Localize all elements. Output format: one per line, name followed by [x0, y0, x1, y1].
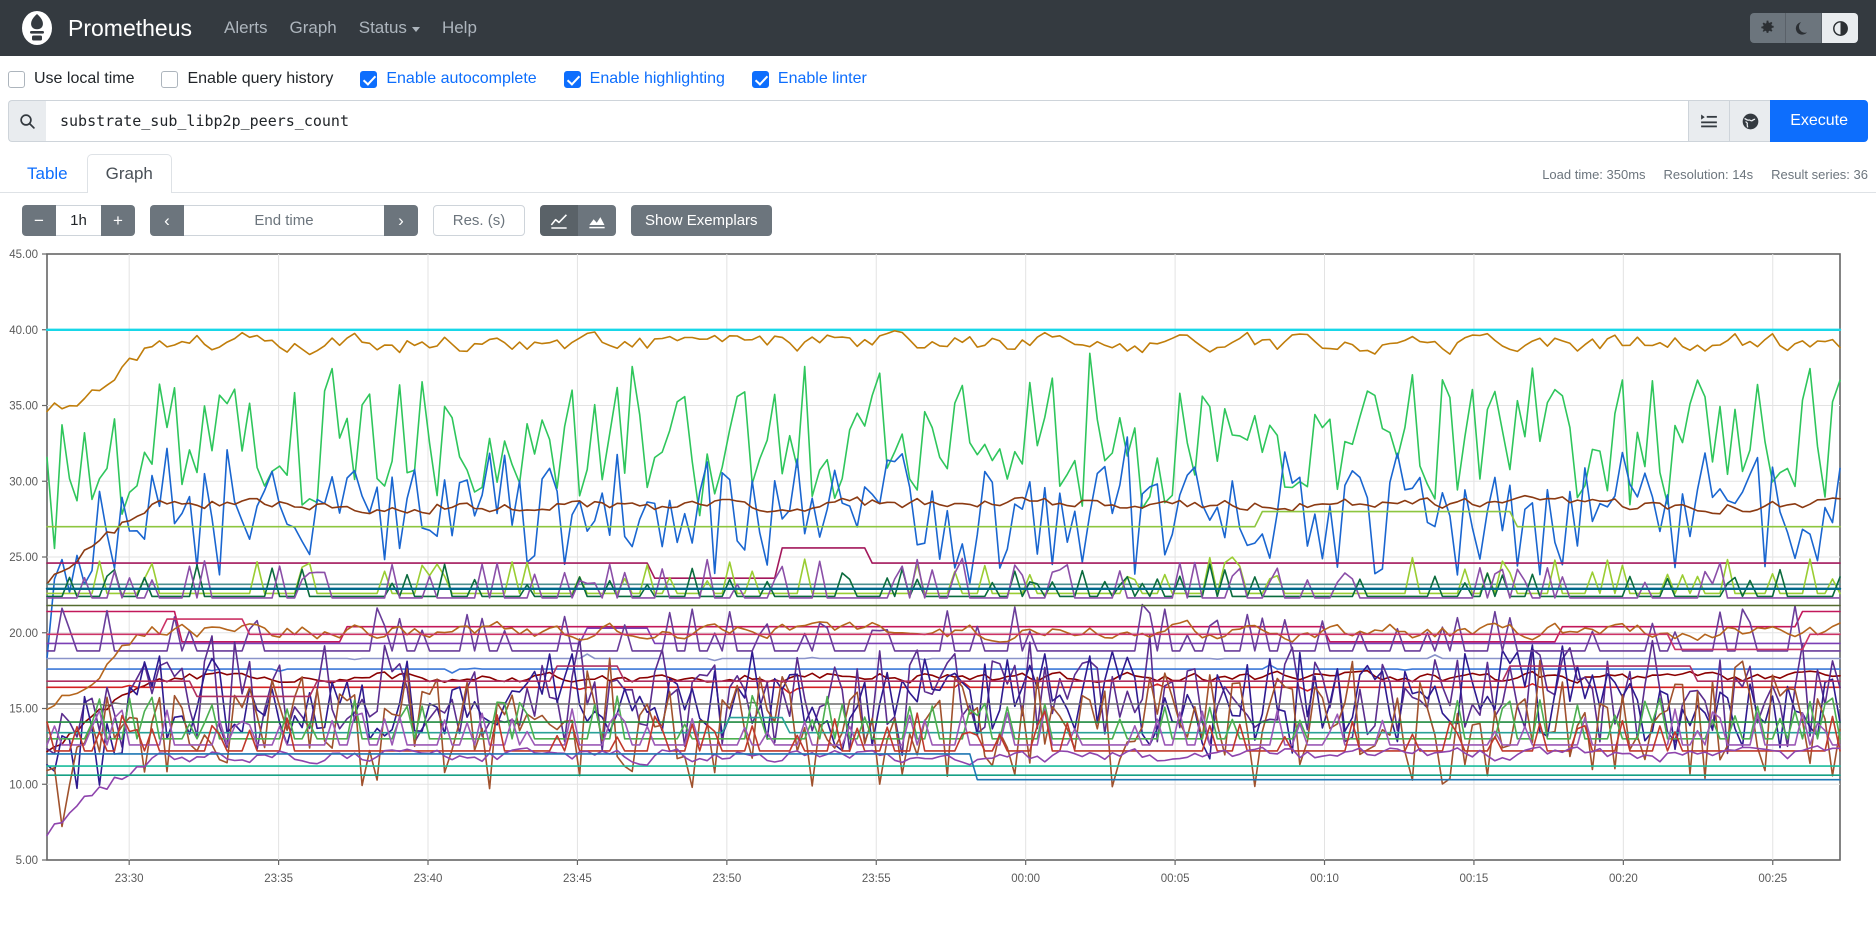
nav-link-status-label: Status: [358, 18, 407, 37]
nav-link-status[interactable]: Status: [359, 18, 420, 38]
nav-link-graph-label: Graph: [289, 18, 337, 37]
chart-type-group: [540, 205, 616, 236]
y-axis-tick-label: 15.00: [9, 704, 38, 716]
result-tabs-row: Table Graph Load time: 350ms Resolution:…: [0, 142, 1876, 193]
checkbox-enable-linter[interactable]: [751, 70, 769, 88]
prometheus-torch-icon: [18, 9, 56, 47]
navbar: Prometheus Alerts Graph Status Help: [0, 0, 1876, 56]
chevron-down-icon: [411, 26, 420, 32]
nav-link-graph[interactable]: Graph: [289, 18, 336, 38]
nav-link-alerts[interactable]: Alerts: [224, 18, 267, 38]
option-label-enable-linter: Enable linter: [777, 70, 867, 87]
x-axis-tick-label: 23:50: [712, 873, 741, 885]
next-time-button[interactable]: ›: [384, 205, 418, 236]
x-axis-tick-label: 23:40: [414, 873, 443, 885]
y-axis-tick-label: 40.00: [9, 325, 38, 337]
x-axis-tick-label: 00:00: [1011, 873, 1040, 885]
theme-toggle-group: [1750, 13, 1858, 43]
x-axis-tick-label: 00:15: [1460, 873, 1489, 885]
previous-time-button[interactable]: ‹: [150, 205, 184, 236]
y-axis-tick-label: 30.00: [9, 476, 38, 488]
option-enable-highlighting[interactable]: Enable highlighting: [563, 70, 725, 88]
y-axis-tick-label: 35.00: [9, 401, 38, 413]
option-label-enable-highlighting: Enable highlighting: [589, 70, 725, 87]
nav-link-help-label: Help: [441, 18, 477, 37]
moon-icon[interactable]: [1786, 13, 1822, 43]
range-value[interactable]: 1h: [56, 205, 101, 236]
end-time-control-group: ‹ End time ›: [150, 205, 418, 236]
brand-name: Prometheus: [68, 14, 193, 41]
x-axis-tick-label: 00:25: [1758, 873, 1787, 885]
query-bar: Execute: [0, 100, 1876, 142]
search-icon: [8, 100, 46, 142]
nav-link-help[interactable]: Help: [442, 18, 477, 38]
option-use-local-time[interactable]: Use local time: [8, 70, 134, 88]
query-stats: Load time: 350ms Resolution: 14s Result …: [1542, 167, 1868, 192]
range-control-group: − 1h +: [22, 205, 135, 236]
gear-icon[interactable]: [1750, 13, 1786, 43]
x-axis-tick-label: 23:45: [563, 873, 592, 885]
chart-svg[interactable]: 45.00 40.00 35.00 30.00 25.00 20.00 15.00 10.00…: [0, 244, 1876, 924]
tab-graph[interactable]: Graph: [86, 154, 172, 193]
y-axis-tick-label: 25.00: [9, 552, 38, 564]
checkbox-use-local-time[interactable]: [8, 70, 25, 88]
x-axis-tick-label: 23:30: [115, 873, 144, 885]
nav-links: Alerts Graph Status Help: [224, 18, 477, 38]
option-label-enable-autocomplete: Enable autocomplete: [386, 70, 537, 87]
x-axis-tick-label: 00:20: [1609, 873, 1638, 885]
x-axis-tick-label: 00:05: [1161, 873, 1190, 885]
checkbox-enable-autocomplete[interactable]: [360, 70, 378, 88]
resolution-input[interactable]: Res. (s): [433, 205, 525, 236]
x-axis-tick-label: 00:10: [1310, 873, 1339, 885]
y-axis-tick-label: 5.00: [16, 855, 38, 867]
stat-result-series: Result series: 36: [1771, 167, 1868, 182]
metrics-explorer-icon[interactable]: [1688, 100, 1730, 142]
checkbox-enable-query-history[interactable]: [161, 70, 179, 88]
tab-table[interactable]: Table: [8, 154, 87, 193]
nav-link-alerts-label: Alerts: [224, 18, 268, 37]
result-tabs: Table Graph: [8, 154, 172, 193]
increase-range-button[interactable]: +: [101, 205, 135, 236]
line-chart-icon[interactable]: [540, 205, 578, 236]
option-enable-linter[interactable]: Enable linter: [751, 70, 867, 88]
graph-chart[interactable]: 45.00 40.00 35.00 30.00 25.00 20.00 15.00 10.00…: [0, 244, 1876, 924]
decrease-range-button[interactable]: −: [22, 205, 56, 236]
y-axis-tick-label: 45.00: [9, 249, 38, 261]
y-axis-tick-label: 20.00: [9, 628, 38, 640]
stat-resolution: Resolution: 14s: [1663, 167, 1754, 182]
x-axis-tick-label: 23:55: [862, 873, 891, 885]
option-label-enable-query-history: Enable query history: [187, 70, 334, 87]
stat-load-time: Load time: 350ms: [1542, 167, 1646, 182]
option-enable-query-history[interactable]: Enable query history: [161, 70, 333, 88]
x-axis-tick-label: 23:35: [264, 873, 293, 885]
query-options-row: Use local time Enable query history Enab…: [0, 56, 1876, 100]
query-input[interactable]: [46, 100, 1689, 142]
end-time-input[interactable]: End time: [184, 205, 384, 236]
globe-icon[interactable]: [1729, 100, 1771, 142]
graph-controls: − 1h + ‹ End time › Res. (s) Show Exempl…: [0, 193, 1876, 244]
checkbox-enable-highlighting[interactable]: [563, 70, 581, 88]
execute-button[interactable]: Execute: [1770, 100, 1868, 142]
y-axis-tick-label: 10.00: [9, 779, 38, 791]
half-circle-icon[interactable]: [1822, 13, 1858, 43]
show-exemplars-button[interactable]: Show Exemplars: [631, 205, 772, 236]
option-enable-autocomplete[interactable]: Enable autocomplete: [360, 70, 537, 88]
option-label-use-local-time: Use local time: [34, 70, 135, 87]
stacked-chart-icon[interactable]: [578, 205, 616, 236]
